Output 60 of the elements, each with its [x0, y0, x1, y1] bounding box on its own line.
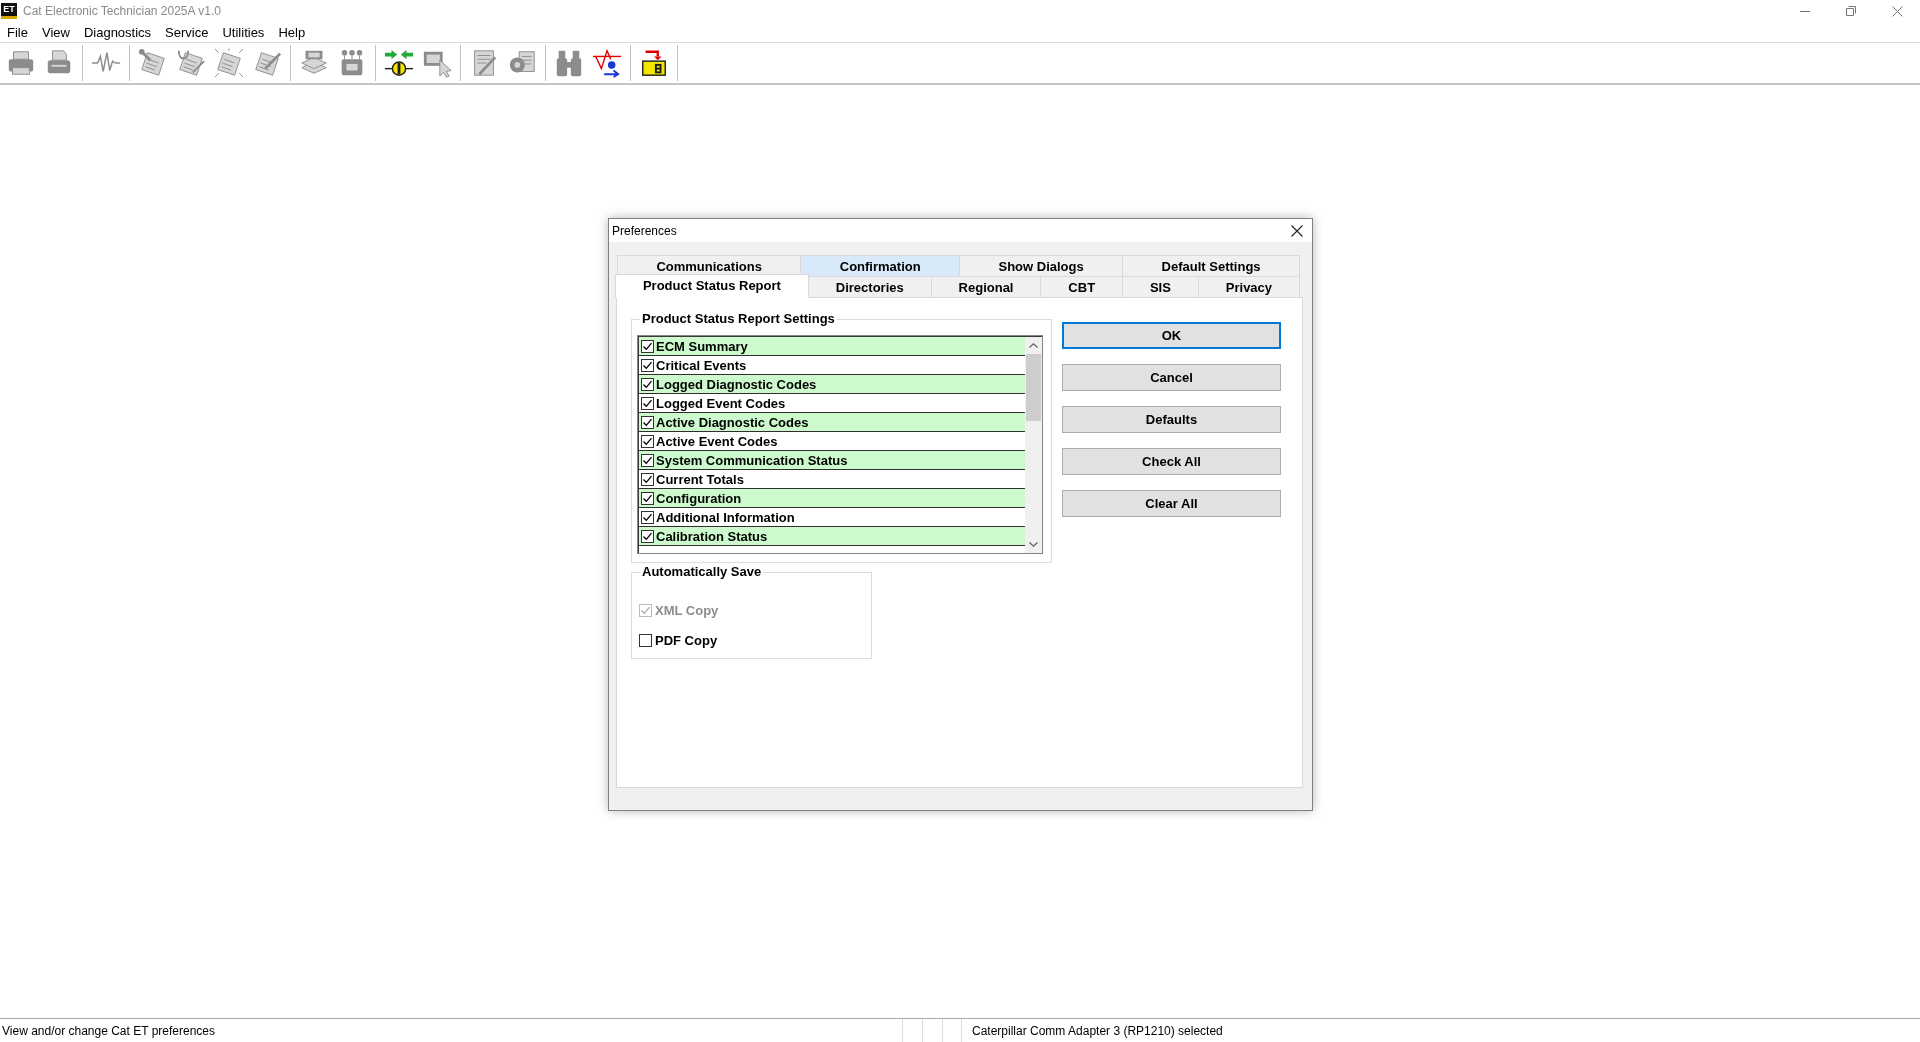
dialog-button[interactable]: Cancel: [1062, 364, 1281, 391]
list-item[interactable]: Current Totals: [639, 470, 1025, 489]
dialog-button[interactable]: Clear All: [1062, 490, 1281, 517]
checkbox[interactable]: [641, 510, 654, 524]
tab[interactable]: Regional: [930, 276, 1042, 297]
checkbox-option[interactable]: PDF Copy: [637, 630, 864, 650]
menu-item[interactable]: Service: [158, 22, 216, 42]
restore-icon: [1846, 6, 1856, 16]
list-item[interactable]: Active Event Codes: [639, 432, 1025, 451]
checkbox[interactable]: [641, 529, 654, 543]
checkbox[interactable]: [639, 633, 652, 647]
module-arrow-icon[interactable]: [639, 48, 669, 78]
tab[interactable]: Default Settings: [1122, 255, 1300, 276]
checkbox[interactable]: [641, 491, 654, 505]
list-item[interactable]: Additional Information: [639, 508, 1025, 527]
checkbox[interactable]: [641, 339, 654, 353]
dialog-button[interactable]: Check All: [1062, 448, 1281, 475]
menu-item[interactable]: File: [0, 22, 35, 42]
list-item[interactable]: Logged Event Codes: [639, 394, 1025, 413]
tab[interactable]: Product Status Report: [615, 274, 809, 298]
menu-item[interactable]: View: [34, 22, 77, 42]
tab[interactable]: Communications: [617, 255, 802, 276]
list-item[interactable]: Calibration Status: [639, 527, 1025, 546]
menu-item[interactable]: Diagnostics: [76, 22, 159, 42]
connect-icon[interactable]: [384, 48, 414, 78]
scrollbar-thumb[interactable]: [1026, 354, 1041, 421]
checkbox[interactable]: [641, 434, 654, 448]
minimize-icon: [1800, 10, 1810, 12]
dialog-title: Preferences: [611, 223, 677, 238]
adapter-status: Caterpillar Comm Adapter 3 (RP1210) selected: [971, 1023, 1223, 1038]
menu-item[interactable]: Utilities: [215, 22, 272, 42]
checkbox[interactable]: [641, 358, 654, 372]
list-item[interactable]: ECM Summary: [639, 337, 1025, 356]
dialog-button[interactable]: Defaults: [1062, 406, 1281, 433]
chevron-up-icon[interactable]: [1029, 343, 1038, 348]
tab[interactable]: Privacy: [1197, 276, 1300, 297]
tab[interactable]: Confirmation: [800, 255, 961, 276]
chevron-down-icon[interactable]: [1029, 542, 1038, 547]
list-item[interactable]: Active Diagnostic Codes: [639, 413, 1025, 432]
scrollbar[interactable]: [1025, 337, 1042, 553]
tab[interactable]: Show Dialogs: [959, 255, 1124, 276]
dialog-button[interactable]: OK: [1062, 322, 1281, 349]
group-title: Automatically Save: [641, 564, 763, 580]
close-icon: [1891, 5, 1903, 17]
graph-icon[interactable]: [592, 48, 622, 78]
group-title: Product Status Report Settings: [641, 311, 836, 327]
window-title: Cat Electronic Technician 2025A v1.0: [23, 4, 221, 18]
close-icon: [1291, 224, 1303, 237]
checkbox[interactable]: [641, 415, 654, 429]
checkbox[interactable]: [641, 377, 654, 391]
app-logo: ET: [1, 3, 17, 19]
list-item[interactable]: Logged Diagnostic Codes: [639, 375, 1025, 394]
status-message: View and/or change Cat ET preferences: [1, 1023, 216, 1038]
checkbox[interactable]: [641, 396, 654, 410]
menu-item[interactable]: Help: [271, 22, 313, 42]
list-item[interactable]: System Communication Status: [639, 451, 1025, 470]
list-item[interactable]: Critical Events: [639, 356, 1025, 375]
list-item[interactable]: Configuration: [639, 489, 1025, 508]
checkbox[interactable]: [641, 472, 654, 486]
checkbox[interactable]: [641, 453, 654, 467]
